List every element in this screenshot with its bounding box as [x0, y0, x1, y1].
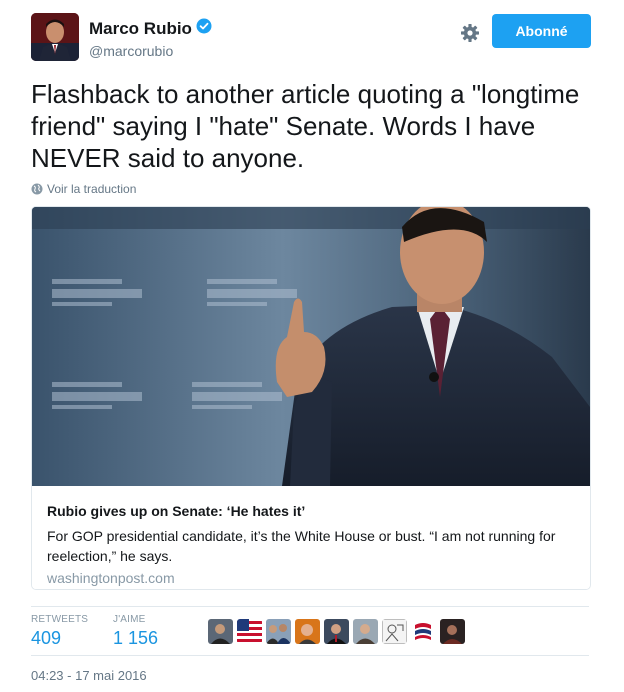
liker-avatar[interactable] [440, 619, 465, 644]
card-title: Rubio gives up on Senate: ‘He hates it’ [47, 503, 306, 519]
follow-button[interactable]: Abonné [492, 14, 591, 48]
liker-avatar[interactable] [295, 619, 320, 644]
tweet-timestamp[interactable]: 04:23 - 17 mai 2016 [31, 668, 147, 683]
us-flag-avatar[interactable] [237, 619, 262, 644]
liker-avatar[interactable] [353, 619, 378, 644]
retweets-stat[interactable]: RETWEETS 409 [31, 614, 88, 649]
divider [31, 655, 589, 656]
user-identity[interactable]: Marco Rubio @marcorubio [89, 18, 212, 59]
group-avatar[interactable] [266, 619, 291, 644]
gear-icon[interactable] [459, 22, 481, 44]
card-description: For GOP presidential candidate, it’s the… [47, 528, 556, 564]
retweets-label: RETWEETS [31, 614, 89, 625]
card-image [32, 207, 590, 486]
flag-logo-avatar[interactable] [411, 619, 436, 644]
card-domain: washingtonpost.com [47, 570, 175, 586]
display-name[interactable]: Marco Rubio [89, 19, 192, 39]
sketch-avatar[interactable] [382, 619, 407, 644]
divider [31, 606, 589, 607]
link-preview-card[interactable]: Rubio gives up on Senate: ‘He hates it’ … [31, 206, 591, 590]
likes-count: 1 156 [113, 628, 159, 648]
likes-label: J'AIME [113, 614, 146, 625]
liker-avatar[interactable] [324, 619, 349, 644]
liker-avatar[interactable] [208, 619, 233, 644]
translate-label: Voir la traduction [47, 182, 137, 196]
retweets-count: 409 [31, 628, 62, 648]
tweet-text: Flashback to another article quoting a "… [31, 79, 580, 173]
likes-stat[interactable]: J'AIME 1 156 [113, 614, 158, 649]
card-body: Rubio gives up on Senate: ‘He hates it’ … [32, 486, 590, 589]
profile-avatar[interactable] [31, 13, 79, 61]
user-handle[interactable]: @marcorubio [89, 43, 212, 59]
globe-icon [31, 183, 43, 195]
verified-badge-icon [196, 18, 212, 39]
translate-link[interactable]: Voir la traduction [31, 182, 136, 196]
